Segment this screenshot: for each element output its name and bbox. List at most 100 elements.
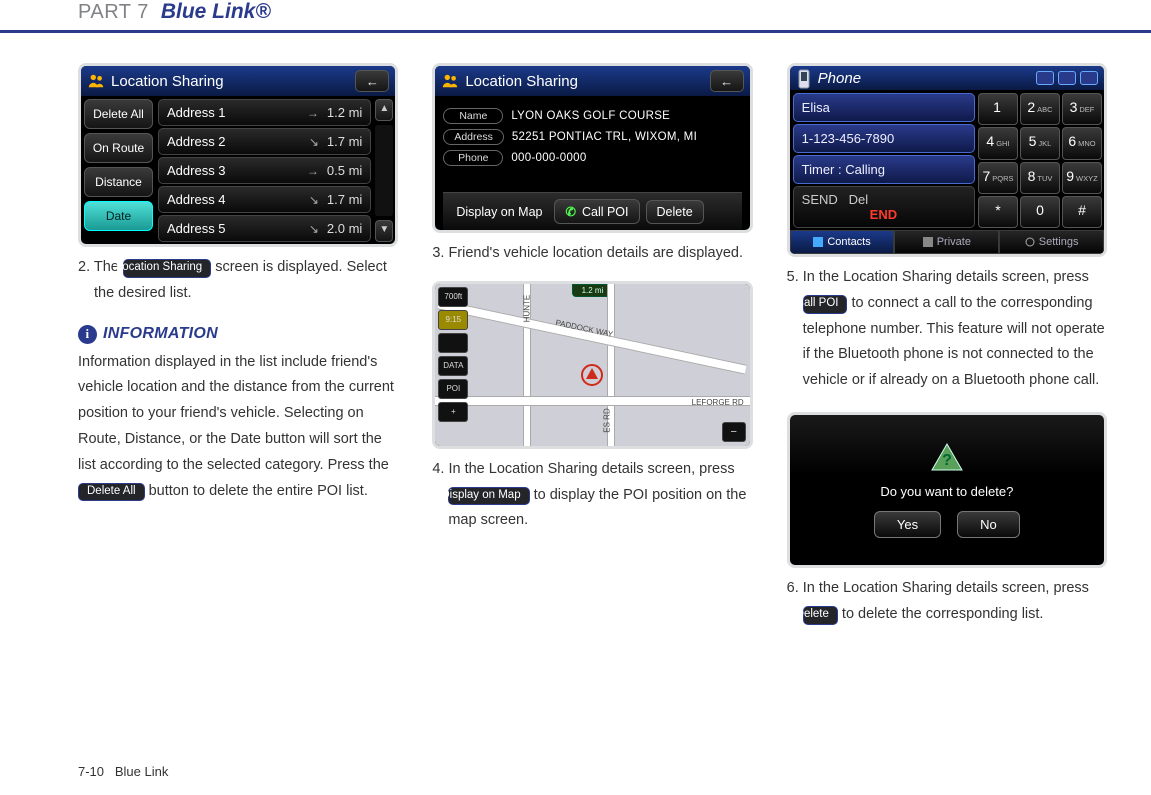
scroll-down-button[interactable]: ▼ [375,220,393,242]
bt-icon [1080,71,1098,85]
map-zoom-out-button[interactable]: − [722,422,746,442]
map-scale-button[interactable]: 700ft [438,287,468,307]
arrow-icon: ↘ [309,222,319,236]
key-hash[interactable]: # [1062,196,1102,228]
key-0[interactable]: 0 [1020,196,1060,228]
key-2[interactable]: 2ABC [1020,93,1060,125]
delete-all-button[interactable]: Delete All [84,99,153,129]
keypad: 1 2ABC 3DEF 4GHI 5JKL 6MNO 7PQRS 8TUV 9W… [978,91,1104,230]
address-label: Address 2 [167,134,301,149]
list-item[interactable]: Address 3→0.5 mi [158,157,371,184]
tab-settings[interactable]: Settings [999,230,1104,254]
distance-value: 1.7 mi [327,134,362,149]
road-label: LEFORGE RD [692,398,744,407]
information-body: Information displayed in the list includ… [78,350,398,505]
confirm-message: Do you want to delete? [880,484,1013,499]
map-time-button[interactable]: 9:15 [438,310,468,330]
distance-value: 0.5 mi [327,163,362,178]
tab-private[interactable]: Private [894,230,999,254]
key-3[interactable]: 3DEF [1062,93,1102,125]
on-route-button[interactable]: On Route [84,133,153,163]
scrollbar-track[interactable] [375,125,393,216]
send-button[interactable]: SEND [802,192,838,207]
step-2-text: 2. The Location Sharing screen is displa… [78,255,398,307]
header-part: PART 7 [78,1,149,23]
back-button[interactable]: ← [710,70,744,92]
page-footer: 7-10 Blue Link [78,764,168,779]
phone-value: 000-000-0000 [511,152,586,164]
key-6[interactable]: 6MNO [1062,127,1102,159]
page-number: 7-10 [78,764,104,779]
scroll-up-button[interactable]: ▲ [375,99,393,121]
back-button[interactable]: ← [355,70,389,92]
display-on-map-button[interactable]: Display on Map [450,201,548,223]
information-heading: i INFORMATION [78,325,398,344]
end-button[interactable]: END [870,207,897,222]
distance-button[interactable]: Distance [84,167,153,197]
call-name: Elisa [793,93,975,122]
key-star[interactable]: * [978,196,1018,228]
distance-value: 1.7 mi [327,192,362,207]
arrow-icon: → [307,106,319,120]
no-button[interactable]: No [957,511,1020,538]
delete-all-pill: Delete All [78,483,145,502]
list-item[interactable]: Address 4 ↘ 1.7 mi [158,186,371,213]
call-timer: Timer : Calling [793,155,975,184]
column-2: Location Sharing ← NameLYON OAKS GOLF CO… [432,63,752,628]
map-data-button[interactable]: DATA [438,356,468,376]
signal-icon [1058,71,1076,85]
svg-text:?: ? [942,452,952,469]
address-label: Address 1 [167,105,299,120]
screenshot-location-sharing-list: Location Sharing ← Delete All On Route D… [78,63,398,247]
status-icons [1036,71,1098,85]
info-icon: i [78,325,97,344]
step-6-text: 6. In the Location Sharing details scree… [787,576,1107,628]
address-label: Address 3 [167,163,299,178]
key-5[interactable]: 5JKL [1020,127,1060,159]
key-9[interactable]: 9WXYZ [1062,162,1102,194]
road-label: ES RD [603,408,612,432]
map-pin-icon [581,364,603,386]
screenshot-map: 1.2 mi PADDOCK WAY LEFORGE RD HUNTE ES R… [432,281,752,449]
arrow-icon: ↘ [309,193,319,207]
call-number: 1-123-456-7890 [793,124,975,153]
screenshot-location-sharing-details: Location Sharing ← NameLYON OAKS GOLF CO… [432,63,752,233]
people-icon [441,72,459,90]
distance-value: 1.2 mi [327,105,362,120]
tab-contacts[interactable]: Contacts [790,230,895,254]
delete-pill: Delete [803,606,838,625]
device-title: Location Sharing [111,73,224,90]
people-icon [87,72,105,90]
map-tool-button[interactable] [438,333,468,353]
road-label: HUNTE [523,295,532,323]
call-controls: SEND Del END [793,186,975,228]
yes-button[interactable]: Yes [874,511,941,538]
step-4-text: 4. In the Location Sharing details scree… [432,457,752,534]
key-8[interactable]: 8TUV [1020,162,1060,194]
address-value: 52251 PONTIAC TRL, WIXOM, MI [512,131,697,143]
location-sharing-pill: Location Sharing [123,259,211,278]
list-item[interactable]: Address 2↘1.7 mi [158,128,371,155]
key-1[interactable]: 1 [978,93,1018,125]
gear-icon [1025,237,1035,247]
del-button[interactable]: Del [849,192,869,207]
header-title: Blue Link® [161,0,271,23]
screenshot-delete-confirm: ? Do you want to delete? Yes No [787,412,1107,568]
list-item[interactable]: Address 5↘2.0 mi [158,215,371,242]
key-4[interactable]: 4GHI [978,127,1018,159]
map-poi-button[interactable]: POI [438,379,468,399]
date-button[interactable]: Date [84,201,153,231]
page-header: PART 7 Blue Link® [0,0,1151,33]
address-label: Address [443,129,504,145]
column-3: Phone Elisa 1-123-456-7890 Timer : Calli… [787,63,1107,628]
call-poi-button[interactable]: ✆Call POI [554,199,639,224]
private-icon [923,237,933,247]
contacts-icon [813,237,823,247]
address-label: Address 4 [167,192,301,207]
step-3-text: 3. Friend's vehicle location details are… [432,241,752,267]
key-7[interactable]: 7PQRS [978,162,1018,194]
map-zoom-in-button[interactable]: + [438,402,468,422]
address-label: Address 5 [167,221,301,236]
list-item[interactable]: Address 1 → 1.2 mi [158,99,371,126]
delete-button[interactable]: Delete [646,200,704,224]
